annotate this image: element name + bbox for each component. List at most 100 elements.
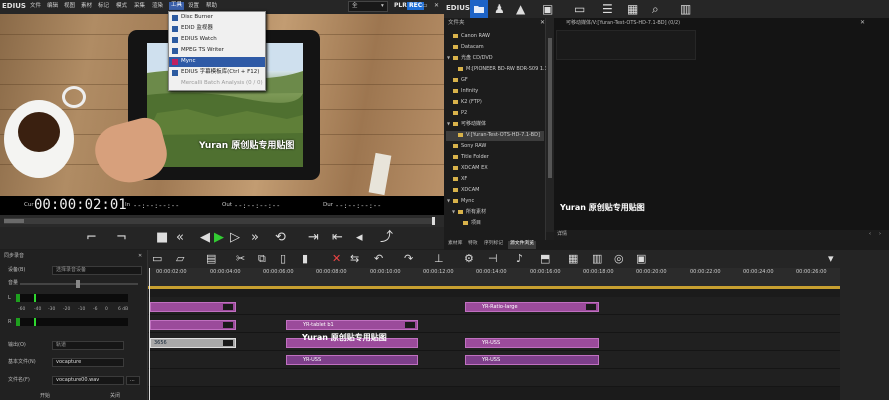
mixer-icon[interactable]: ▥ [592,252,602,265]
menu-help[interactable]: 帮助 [206,3,217,10]
menu-item-mync[interactable]: Mync [169,57,265,67]
current-timecode[interactable]: 00:00:02:01 [34,198,127,212]
folder-tree-item[interactable]: ▼ 所有素材 [446,208,544,218]
export-icon[interactable]: ⬒ [540,252,550,265]
stop-icon[interactable]: ■ [156,231,168,244]
close-icon[interactable]: ✕ [138,254,142,259]
grid-icon[interactable]: ▦ [627,2,638,16]
chevron-icon[interactable]: ▼ [447,56,450,60]
out-timecode[interactable]: --:--:--:-- [234,203,280,210]
folder-tree-item[interactable]: 项目 [446,219,544,229]
monitor-icon[interactable]: ▭ [574,2,585,16]
folder-tree-item[interactable]: Canon RAW [446,32,544,42]
subtitle-icon[interactable]: ▦ [568,252,578,265]
chevron-left-icon[interactable]: ‹ [869,232,871,237]
menu-capture[interactable]: 采集 [134,3,145,10]
menu-item-edid-monitor[interactable]: EDID 监视器 [169,24,265,34]
sequence-icon[interactable]: ▭ [152,252,162,265]
volume-slider-handle[interactable] [76,280,80,288]
folder-tree-item[interactable]: K2 (FTP) [446,98,544,108]
folder-tree-item[interactable]: ▼ Mync [446,197,544,207]
folder-tree-item[interactable]: Title Folder [446,153,544,163]
split-icon[interactable]: ⊥ [434,252,444,265]
view-icon[interactable]: ▣ [542,2,553,16]
mic-icon[interactable]: ♪ [516,252,523,265]
person-icon[interactable]: ♟ [494,2,505,16]
search-icon[interactable]: ⌕ [652,2,659,17]
scrub-bar[interactable] [0,215,444,227]
tab-effects[interactable]: 特效 [466,241,480,249]
timeline-ruler[interactable]: 00:00:02:00 00:00:04:00 00:00:06:00 00:0… [148,268,840,286]
folder-tree-item[interactable]: P2 [446,109,544,119]
ripple-icon[interactable]: ⇆ [350,252,359,265]
dur-timecode[interactable]: --:--:--:-- [335,203,381,210]
timeline-clip[interactable] [150,302,236,312]
close-icon[interactable]: ✕ [540,20,545,26]
timeline-clip[interactable]: YR-Ratio-large [465,302,599,312]
save-icon[interactable]: ▤ [206,252,216,265]
clip-thumbnail[interactable] [556,30,696,60]
rewind-icon[interactable]: « [176,231,184,244]
menu-clip[interactable]: 素材 [81,3,92,10]
undo-icon[interactable]: ↶ [374,252,383,265]
timeline-clip[interactable]: YR-USS [465,355,599,365]
close-icon[interactable]: ✕ [860,20,865,26]
paste-attr-icon[interactable]: ▮ [302,252,308,265]
folder-tree-item[interactable]: M:[PIONEER BD-RW BDR-S09 1.3 [446,65,548,75]
menu-view[interactable]: 视图 [64,3,75,10]
scrollbar-thumb[interactable] [548,38,552,178]
redo-icon[interactable]: ↷ [404,252,413,265]
menu-edit[interactable]: 编辑 [47,3,58,10]
menu-render[interactable]: 渲染 [152,3,163,10]
menu-settings[interactable]: 设置 [188,3,199,10]
chevron-icon[interactable]: ▼ [447,122,450,126]
plr-label[interactable]: PLR [394,3,407,9]
menu-tools[interactable]: 工具 [169,2,185,10]
export-icon[interactable]: ⤴ [380,231,393,244]
folder-tree-item[interactable]: GF [446,76,544,86]
menu-item-edius-watch[interactable]: EDIUS Watch [169,35,265,45]
timeline-clip[interactable] [150,320,236,330]
loop-icon[interactable]: ⟲ [275,231,286,244]
play-icon[interactable]: ▶ [214,231,224,244]
chevron-icon[interactable]: ▼ [447,199,450,203]
paste-icon[interactable]: ▯ [280,252,286,265]
upload-icon[interactable]: ▲ [516,2,525,16]
folder-tree-item[interactable]: Infinity [446,87,544,97]
menu-item-mpeg-ts-writer[interactable]: MPEG TS Writer [169,46,265,56]
menu-marker[interactable]: 标记 [98,3,109,10]
folder-toggle-button[interactable] [470,0,488,18]
marker-icon[interactable]: ⊣ [488,252,498,265]
device-select[interactable]: 选择录音设备 [52,266,142,275]
chevron-right-icon[interactable]: › [879,232,881,237]
timeline-clip[interactable]: YR-USS [465,338,599,348]
browse-button[interactable]: ... [126,376,140,385]
color-icon[interactable]: ◎ [614,252,624,265]
insert-icon[interactable]: ⇥ [308,231,319,244]
tab-bin[interactable]: 素材库 [446,241,464,249]
set-out-icon[interactable]: ¬ [116,231,127,244]
sync-icon[interactable]: ⚙ [464,252,474,265]
tab-sequence-markers[interactable]: 序列标记 [482,241,505,249]
filename-input[interactable]: vocapture00.wav [52,376,124,385]
mark-icon[interactable]: ◂ [356,231,363,244]
delete-icon[interactable]: ✕ [332,252,341,265]
overwrite-icon[interactable]: ⇤ [332,231,343,244]
folder-tree-item[interactable]: V:[Yuran-Test-OTS-HD-7.1-BD] [446,131,544,141]
step-forward-icon[interactable]: ▷ [230,231,240,244]
step-back-icon[interactable]: ◀ [200,231,210,244]
set-in-icon[interactable]: ⌐ [86,231,97,244]
close-icon[interactable]: ✕ [434,3,439,9]
minimize-icon[interactable]: ▭ [422,3,428,9]
folder-tree-item[interactable]: ▼ 光盘 CD/DVD [446,54,544,64]
timeline-playhead[interactable] [149,268,150,400]
menu-item-mercalli-batch[interactable]: Mercalli Batch Analysis (0 / 0) [169,79,265,89]
folder-tree-item[interactable]: ▼ 可移动媒体 [446,120,544,130]
filter-icon[interactable]: ▥ [680,2,691,16]
cut-icon[interactable]: ✂ [236,252,245,265]
menu-mode[interactable]: 模式 [116,3,127,10]
menu-item-title-template[interactable]: EDIUS 字幕模板库(Ctrl + F12) [169,68,265,78]
folder-tree-item[interactable]: XDCAM [446,186,544,196]
in-timecode[interactable]: --:--:--:-- [133,203,179,210]
list-icon[interactable]: ☰ [602,2,613,16]
